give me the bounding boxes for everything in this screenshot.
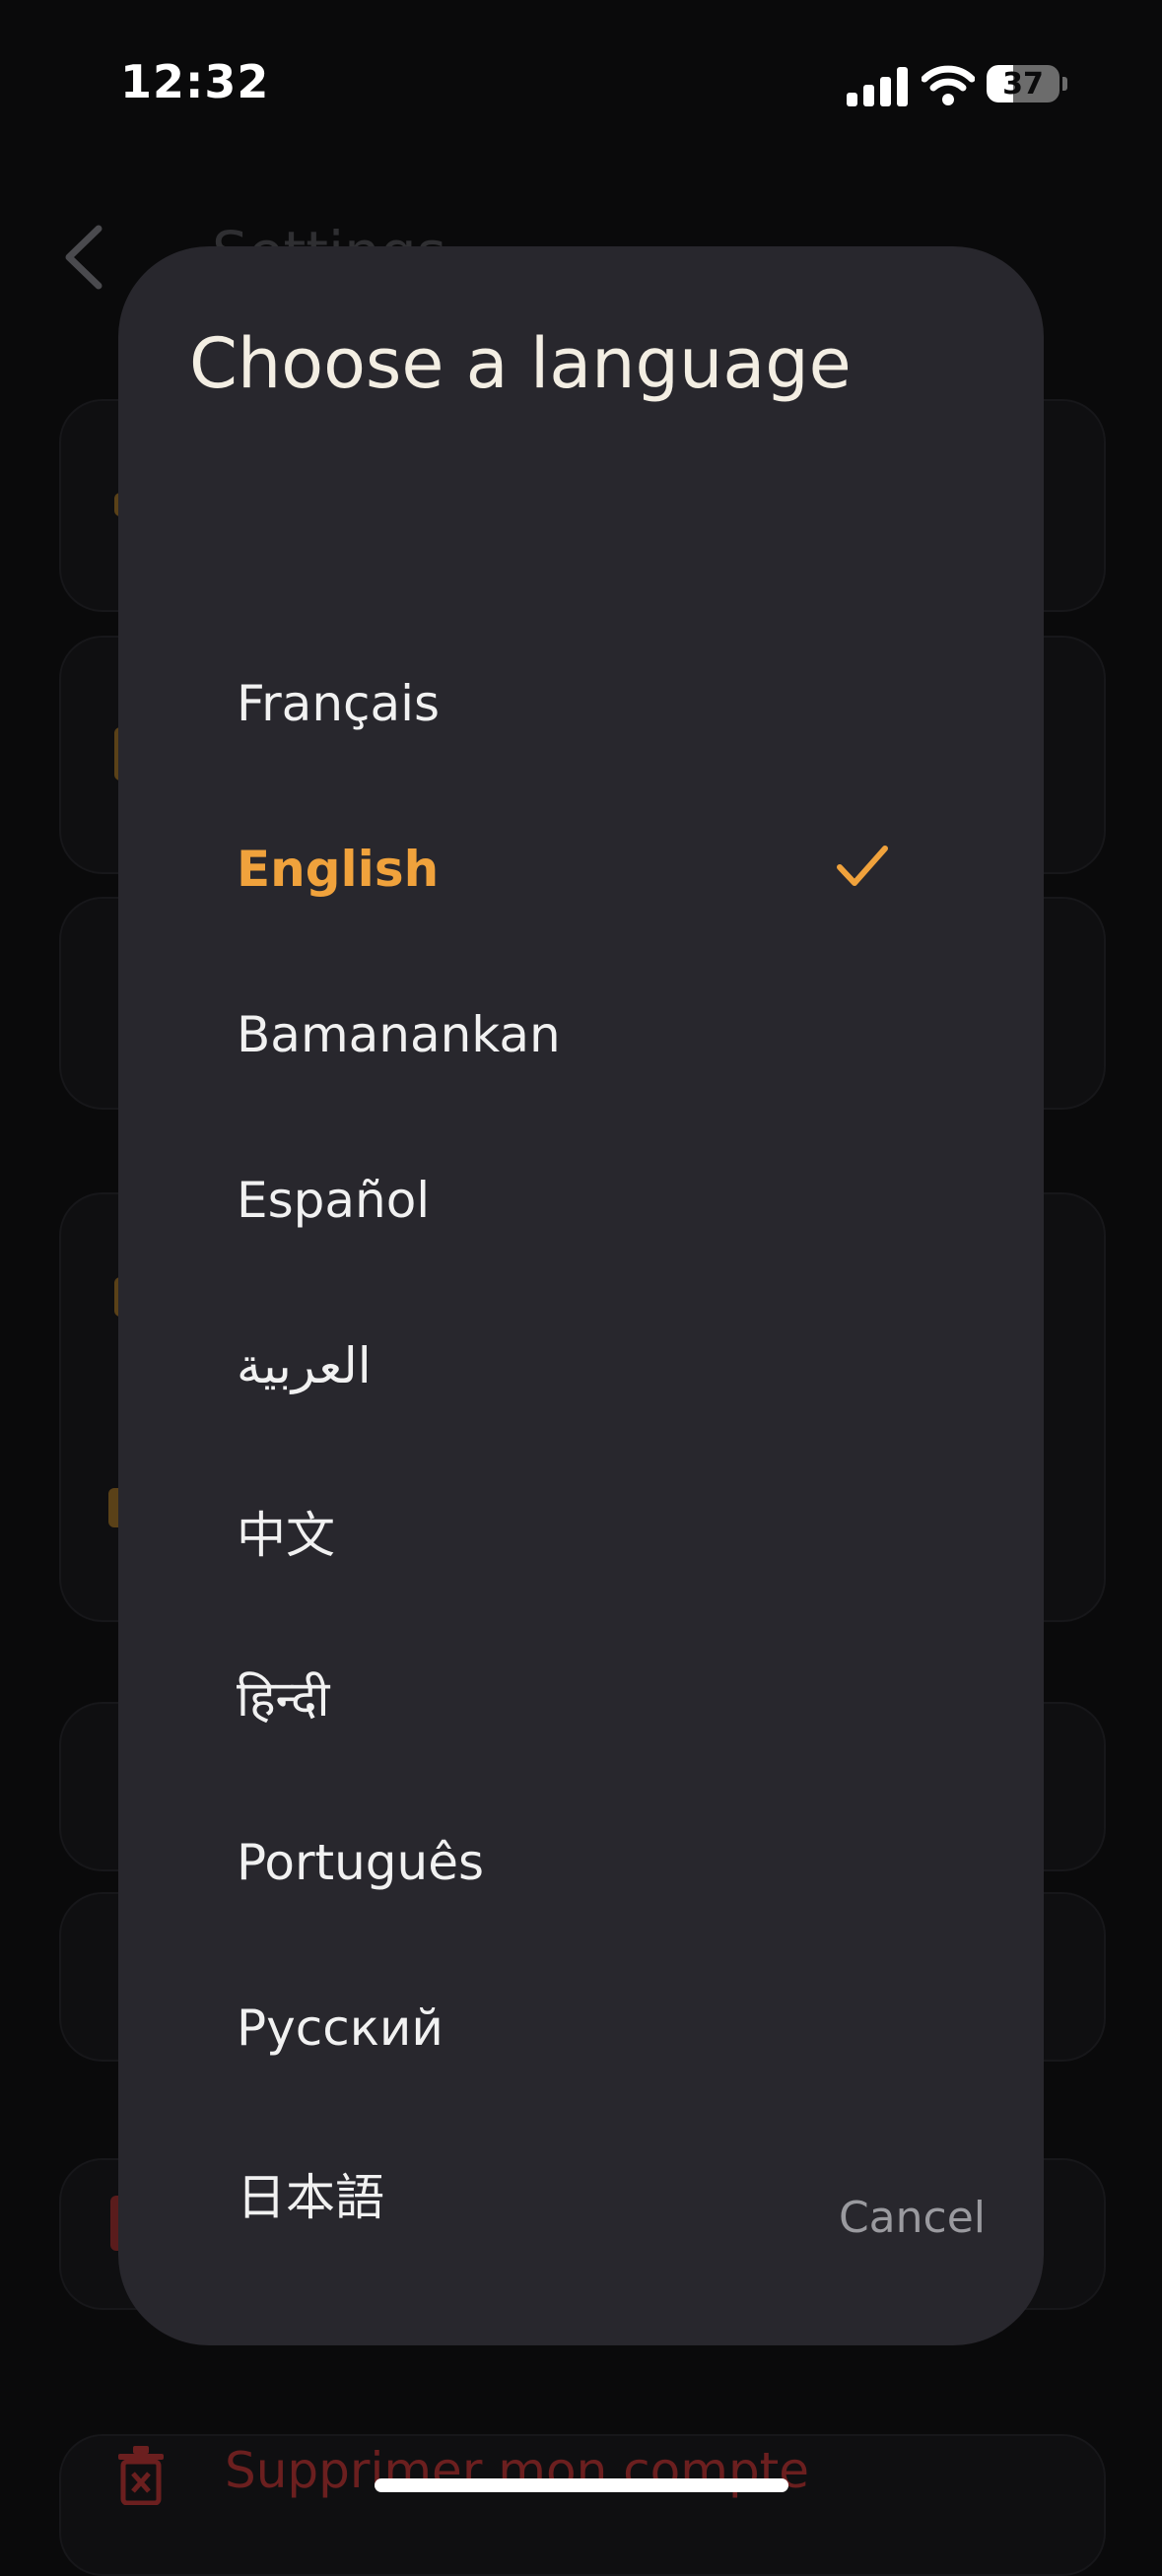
language-option-hindi[interactable]: हिन्दी: [118, 1614, 1044, 1780]
language-label: Bamanankan: [237, 1006, 561, 1063]
cellular-signal-icon: [847, 67, 910, 106]
battery-level: 37: [1002, 67, 1044, 102]
language-option-espanol[interactable]: Español: [118, 1118, 1044, 1283]
language-label: हिन्दी: [237, 1670, 330, 1728]
status-time: 12:32: [120, 55, 270, 108]
battery-icon: 37: [987, 65, 1059, 102]
language-option-francais[interactable]: Français: [118, 621, 1044, 786]
home-indicator[interactable]: [375, 2478, 788, 2492]
trash-icon: [118, 2446, 164, 2505]
language-label: Français: [237, 675, 441, 732]
language-label: 中文: [237, 1507, 335, 1564]
language-dialog: Choose a language Français English Baman…: [118, 246, 1044, 2345]
checkmark-icon: [837, 846, 888, 886]
language-option-portugues[interactable]: Português: [118, 1780, 1044, 1945]
language-label: 日本語: [237, 2169, 384, 2226]
cancel-button[interactable]: Cancel: [798, 2178, 986, 2257]
language-label: العربية: [237, 1337, 372, 1394]
language-option-chinese[interactable]: 中文: [118, 1449, 1044, 1614]
language-option-english[interactable]: English: [118, 786, 1044, 952]
battery-cap: [1062, 77, 1067, 91]
back-arrow-icon[interactable]: [59, 223, 108, 292]
status-icons: 37: [847, 63, 1073, 106]
language-option-arabic[interactable]: العربية: [118, 1283, 1044, 1449]
language-label: Русский: [237, 2000, 444, 2057]
language-label: Português: [237, 1834, 485, 1891]
language-label: Español: [237, 1172, 431, 1229]
dialog-title: Choose a language: [189, 323, 852, 404]
language-option-russian[interactable]: Русский: [118, 1945, 1044, 2111]
language-option-bamanankan[interactable]: Bamanankan: [118, 952, 1044, 1118]
language-label: English: [237, 841, 440, 898]
wifi-icon: [922, 65, 975, 105]
